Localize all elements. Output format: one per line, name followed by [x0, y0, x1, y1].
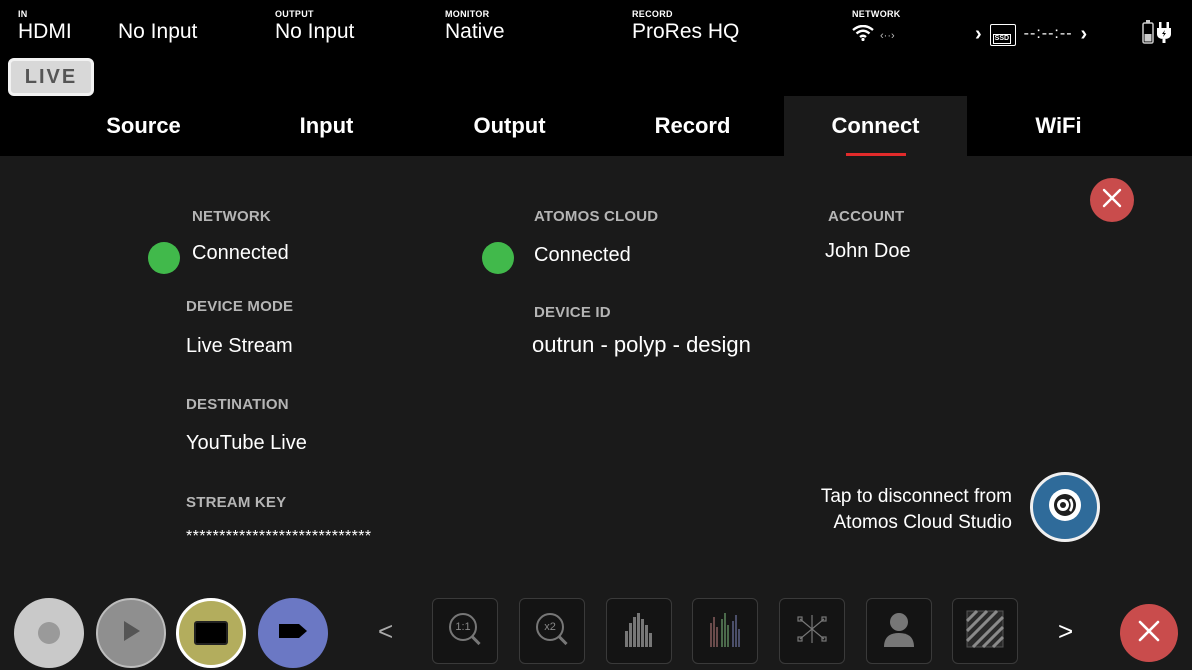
wifi-icon: [852, 24, 874, 46]
network-status-indicator: [148, 242, 180, 274]
monitor-value: Native: [445, 20, 505, 43]
tab-record[interactable]: Record: [601, 96, 784, 156]
rgb-parade-icon: [707, 609, 743, 654]
settings-tabs: Source Input Output Record Connect WiFi: [52, 96, 1150, 156]
input-signal-status: No Input: [118, 9, 197, 45]
record-button[interactable]: [14, 598, 84, 668]
live-badge[interactable]: LIVE: [8, 58, 94, 96]
monitor-label: MONITOR: [445, 9, 490, 19]
play-icon: [121, 620, 141, 647]
rgb-parade-tool[interactable]: [692, 598, 758, 664]
waveform-icon: [621, 609, 657, 654]
tools-prev-arrow[interactable]: <: [378, 616, 393, 647]
cloud-status-indicator: [482, 242, 514, 274]
cloud-label: ATOMOS CLOUD: [534, 208, 659, 225]
close-button[interactable]: [1090, 178, 1134, 222]
play-button[interactable]: [96, 598, 166, 668]
tab-wifi[interactable]: WiFi: [967, 96, 1150, 156]
monitor-mode-button[interactable]: [176, 598, 246, 668]
stream-key-label: STREAM KEY: [186, 494, 287, 511]
account-value: John Doe: [825, 240, 911, 262]
zebra-stripes-icon: [965, 609, 1005, 653]
device-id-value: outrun - polyp - design: [532, 332, 751, 357]
device-id-label: DEVICE ID: [534, 304, 611, 321]
magnifier-1-1-icon: 1:1: [449, 613, 481, 649]
power-plug-icon: [1156, 20, 1172, 49]
close-bottom-button[interactable]: [1120, 604, 1178, 662]
tab-connect[interactable]: Connect: [784, 96, 967, 156]
network-label: NETWORK: [852, 9, 901, 19]
vectorscope-tool[interactable]: [779, 598, 845, 664]
network-field-label: NETWORK: [192, 208, 271, 225]
media-status[interactable]: › SSD --:--:-- ›: [975, 22, 1087, 46]
close-icon: [1138, 620, 1160, 647]
timecode-display: --:--:--: [1023, 25, 1073, 42]
close-icon: [1102, 188, 1122, 213]
output-value: No Input: [275, 20, 355, 43]
input-label: IN: [18, 9, 28, 19]
screen-icon: [194, 621, 228, 645]
network-field-value: Connected: [192, 242, 289, 264]
ssd-drive-icon: SSD: [989, 24, 1016, 46]
power-status[interactable]: [1142, 20, 1172, 49]
tab-source[interactable]: Source: [52, 96, 235, 156]
account-label: ACCOUNT: [828, 208, 905, 225]
stream-key-value[interactable]: ****************************: [186, 528, 372, 546]
input-signal-value: No Input: [118, 20, 198, 43]
monitor-status[interactable]: MONITOR Native: [445, 9, 505, 45]
tab-input[interactable]: Input: [235, 96, 418, 156]
tab-output[interactable]: Output: [418, 96, 601, 156]
zebra-tool[interactable]: [952, 598, 1018, 664]
connect-panel: NETWORK Connected DEVICE MODE Live Strea…: [0, 156, 1192, 578]
cloud-disconnect-button[interactable]: [1030, 472, 1100, 542]
cloud-studio-icon: [1046, 486, 1084, 529]
input-source-status[interactable]: IN HDMI: [18, 9, 72, 45]
disconnect-caption: Tap to disconnect from Atomos Cloud Stud…: [820, 486, 1012, 533]
destination-value[interactable]: YouTube Live: [186, 432, 307, 455]
device-mode-label: DEVICE MODE: [186, 298, 294, 315]
destination-label: DESTINATION: [186, 396, 289, 413]
chevron-right-icon: ›: [1080, 22, 1088, 45]
tag-icon: [278, 622, 308, 645]
person-silhouette-icon: [881, 609, 917, 654]
output-status[interactable]: OUTPUT No Input: [275, 9, 354, 45]
record-dot-icon: [38, 622, 60, 644]
record-status[interactable]: RECORD ProRes HQ: [632, 9, 739, 45]
link-arrows-icon: ‹··›: [880, 29, 895, 42]
focus-peaking-tool[interactable]: [866, 598, 932, 664]
tools-next-arrow[interactable]: >: [1058, 616, 1073, 647]
device-mode-value[interactable]: Live Stream: [186, 335, 293, 358]
chevron-right-icon: ›: [975, 22, 982, 45]
battery-icon: [1142, 20, 1154, 49]
input-value: HDMI: [18, 20, 72, 43]
magnifier-x2-icon: x2: [536, 613, 568, 649]
zoom-1-1-tool[interactable]: 1:1: [432, 598, 498, 664]
bottom-toolbar: < 1:1 x2 >: [0, 578, 1192, 670]
network-status[interactable]: NETWORK ‹··›: [852, 9, 901, 46]
waveform-tool[interactable]: [606, 598, 672, 664]
tag-button[interactable]: [258, 598, 328, 668]
record-value: ProRes HQ: [632, 20, 740, 43]
cloud-value: Connected: [534, 244, 631, 266]
output-label: OUTPUT: [275, 9, 314, 19]
record-label: RECORD: [632, 9, 673, 19]
status-bar: IN HDMI No Input OUTPUT No Input MONITOR…: [0, 0, 1192, 58]
zoom-x2-tool[interactable]: x2: [519, 598, 585, 664]
vectorscope-icon: [794, 611, 830, 652]
